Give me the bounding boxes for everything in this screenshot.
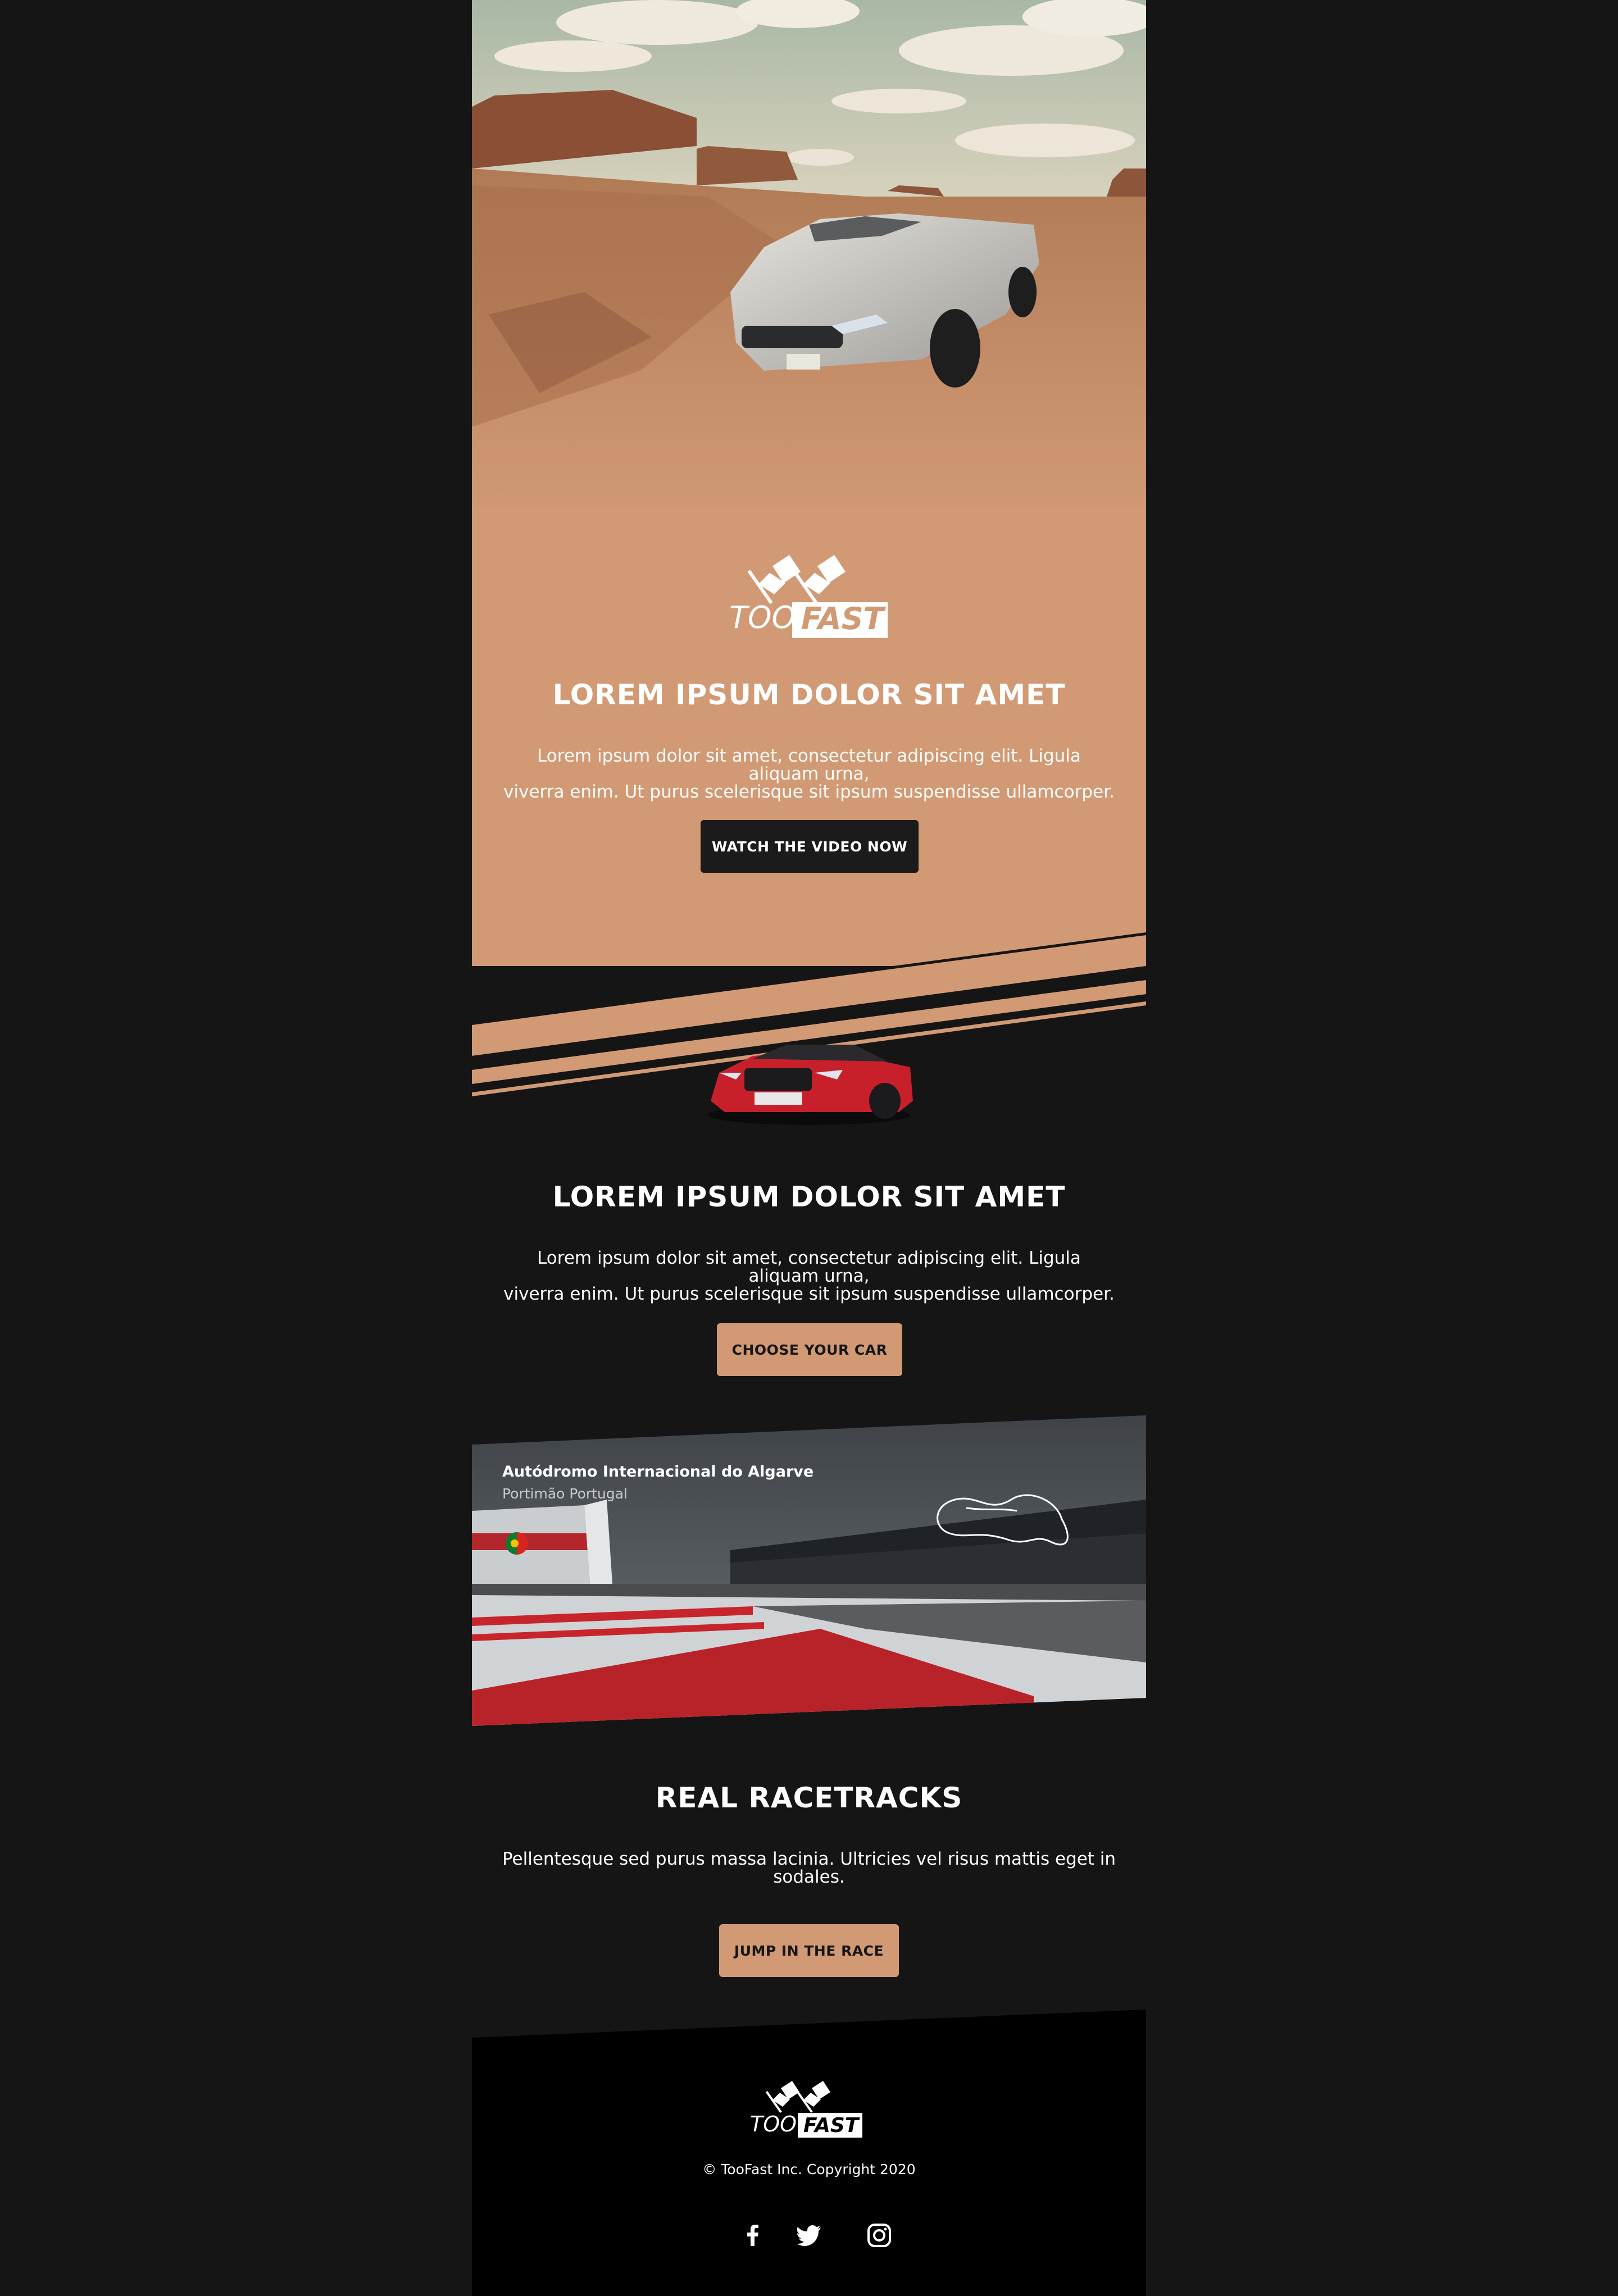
section2-title: LOREM IPSUM DOLOR SIT AMET — [552, 1181, 1066, 1213]
choose-car-button[interactable]: CHOOSE YOUR CAR — [717, 1323, 902, 1376]
track-name: Autódromo Internacional do Algarve — [502, 1463, 814, 1480]
hero-body: Lorem ipsum dolor sit amet, consectetur … — [472, 747, 1146, 801]
track-location: Portimão Portugal — [502, 1486, 628, 1502]
watch-video-button[interactable]: WATCH THE VIDEO NOW — [701, 820, 919, 873]
footer-logo-word-too: TOO — [750, 2112, 797, 2136]
brand-logo: TOO FAST — [472, 550, 1146, 648]
footer-background — [472, 2010, 1146, 2296]
facebook-icon[interactable] — [739, 2221, 767, 2249]
footer-logo-word-fast: FAST — [803, 2114, 860, 2137]
racing-stripes-divider — [472, 932, 1146, 1146]
section2-body-line-2: viverra enim. Ut purus scelerisque sit i… — [503, 1284, 1115, 1304]
hero-car-photo — [472, 0, 1146, 528]
racetrack-photo: Autódromo Internacional do Algarve Porti… — [472, 1415, 1146, 1730]
portugal-flag-icon — [506, 1532, 528, 1555]
section2-body: Lorem ipsum dolor sit amet, consectetur … — [472, 1249, 1146, 1303]
section3-body-line-2: sodales. — [773, 1867, 845, 1887]
section3-body: Pellentesque sed purus massa lacinia. Ul… — [472, 1850, 1146, 1886]
footer-checkered-flags-icon — [765, 2081, 830, 2113]
section3-body-line-1: Pellentesque sed purus massa lacinia. Ul… — [502, 1849, 1116, 1869]
footer-logo: TOO FAST — [472, 2078, 1146, 2142]
hero-body-line-1: Lorem ipsum dolor sit amet, consectetur … — [537, 746, 1081, 784]
email-container: TOO FAST LOREM IPSUM DOLOR SIT AMET Lore… — [472, 0, 1146, 2296]
twitter-icon[interactable] — [795, 2221, 823, 2249]
copyright-text: © TooFast Inc. Copyright 2020 — [702, 2161, 916, 2177]
logo-word-fast: FAST — [801, 601, 887, 636]
section2-body-line-1: Lorem ipsum dolor sit amet, consectetur … — [537, 1248, 1081, 1286]
section3-title: REAL RACETRACKS — [655, 1782, 963, 1814]
hero-title: LOREM IPSUM DOLOR SIT AMET — [552, 678, 1066, 711]
checkered-flags-icon — [747, 555, 846, 604]
hero-body-line-2: viverra enim. Ut purus scelerisque sit i… — [503, 782, 1115, 802]
instagram-icon[interactable] — [865, 2221, 893, 2249]
logo-word-too: TOO — [729, 600, 796, 635]
jump-in-race-button[interactable]: JUMP IN THE RACE — [719, 1924, 899, 1977]
